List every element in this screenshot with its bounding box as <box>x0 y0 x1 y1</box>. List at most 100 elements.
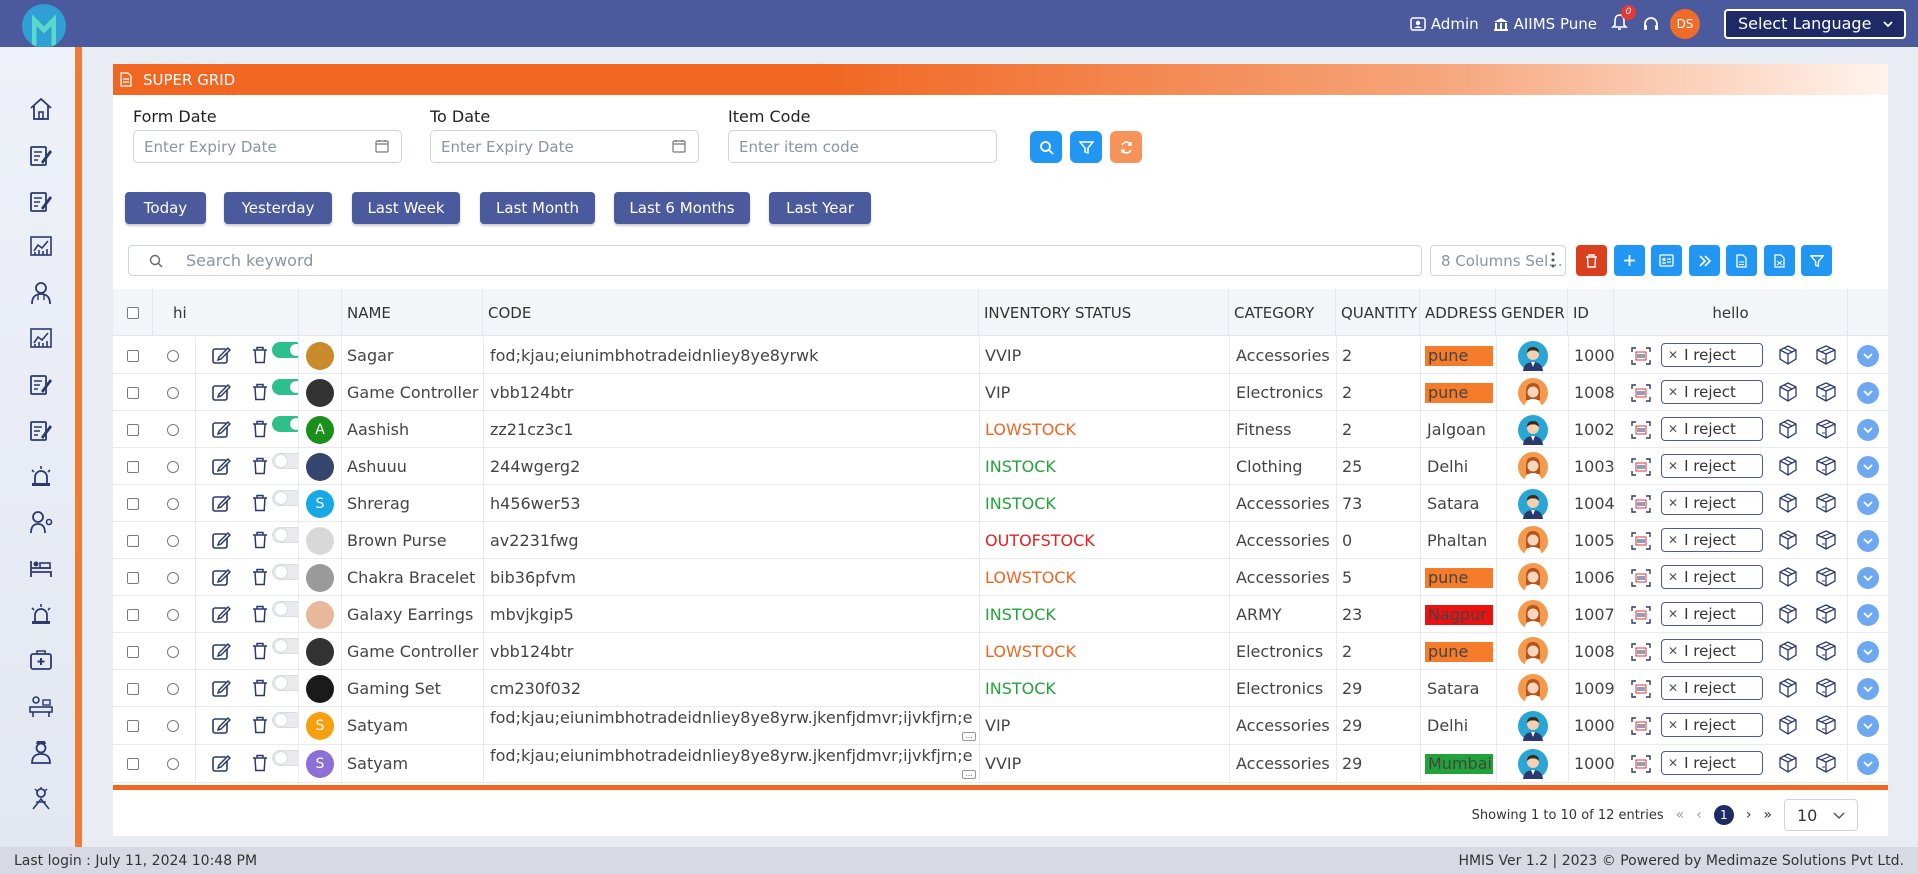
trash-icon[interactable] <box>252 494 268 512</box>
scanner-icon[interactable] <box>1631 532 1651 550</box>
table-row[interactable]: Game Controller vbb124btr VIP Electronics 2 p… <box>113 374 1888 411</box>
reject-chip[interactable]: ✕ I reject <box>1661 565 1763 589</box>
reject-chip[interactable]: ✕ I reject <box>1661 602 1763 626</box>
trash-icon[interactable] <box>252 568 268 586</box>
edit-icon[interactable] <box>211 753 232 773</box>
edit-icon[interactable] <box>211 678 232 698</box>
admin-user-menu[interactable]: Admin <box>1410 15 1479 33</box>
row-expand-button[interactable] <box>1857 677 1879 700</box>
package-icon[interactable] <box>1778 641 1798 661</box>
row-status-toggle[interactable] <box>272 453 298 469</box>
row-radio[interactable] <box>167 608 179 621</box>
hospital-selector[interactable]: AIIMS Pune <box>1493 15 1597 33</box>
close-icon[interactable]: ✕ <box>1668 496 1678 510</box>
row-radio[interactable] <box>167 682 179 695</box>
row-radio[interactable] <box>167 534 179 547</box>
close-icon[interactable]: ✕ <box>1668 681 1678 695</box>
next-page-icon[interactable]: › <box>1746 807 1752 823</box>
header-category[interactable]: CATEGORY <box>1229 289 1336 336</box>
current-page-button[interactable]: 1 <box>1713 805 1734 825</box>
emergency-siren-icon[interactable] <box>28 601 54 627</box>
reject-chip[interactable]: ✕ I reject <box>1661 417 1763 441</box>
trash-icon[interactable] <box>252 531 268 549</box>
package-icon[interactable] <box>1778 715 1798 735</box>
reject-chip[interactable]: ✕ I reject <box>1661 343 1763 367</box>
export-excel-button[interactable] <box>1764 245 1795 276</box>
virus-research-icon[interactable] <box>28 785 54 811</box>
reject-chip[interactable]: ✕ I reject <box>1661 491 1763 515</box>
row-expand-button[interactable] <box>1857 714 1879 737</box>
emergency-siren-icon[interactable] <box>28 463 54 489</box>
medical-kit-icon[interactable] <box>28 647 54 673</box>
row-checkbox[interactable] <box>127 608 139 621</box>
first-page-icon[interactable]: « <box>1676 807 1685 823</box>
row-status-toggle[interactable] <box>272 750 298 766</box>
range-last-year-button[interactable]: Last Year <box>769 192 871 224</box>
close-icon[interactable]: ✕ <box>1668 718 1678 732</box>
calendar-icon[interactable] <box>375 139 389 153</box>
delete-selected-button[interactable] <box>1576 245 1607 276</box>
reject-chip[interactable]: ✕ I reject <box>1661 380 1763 404</box>
table-row[interactable]: Galaxy Earrings mbvjkgip5 INSTOCK ARMY 23 Nag… <box>113 596 1888 633</box>
row-radio[interactable] <box>167 571 179 584</box>
range-last-6-months-button[interactable]: Last 6 Months <box>614 192 750 224</box>
package-icon[interactable] <box>1815 715 1837 735</box>
row-status-toggle[interactable] <box>272 490 298 506</box>
package-icon[interactable] <box>1815 419 1837 439</box>
edit-icon[interactable] <box>211 567 232 587</box>
item-code-input[interactable]: Enter item code <box>728 130 997 163</box>
edit-icon[interactable] <box>211 715 232 735</box>
reject-chip[interactable]: ✕ I reject <box>1661 713 1763 737</box>
trash-icon[interactable] <box>252 754 268 772</box>
close-icon[interactable]: ✕ <box>1668 644 1678 658</box>
edit-document-icon[interactable] <box>28 142 54 168</box>
package-icon[interactable] <box>1815 678 1837 698</box>
headset-support-icon[interactable] <box>1642 15 1660 33</box>
scanner-icon[interactable] <box>1631 458 1651 476</box>
scanner-icon[interactable] <box>1631 495 1651 513</box>
trash-icon[interactable] <box>252 605 268 623</box>
close-icon[interactable]: ✕ <box>1668 385 1678 399</box>
edit-icon[interactable] <box>211 641 232 661</box>
package-icon[interactable] <box>1778 345 1798 365</box>
row-radio[interactable] <box>167 349 179 362</box>
scanner-icon[interactable] <box>1631 347 1651 365</box>
edit-icon[interactable] <box>211 530 232 550</box>
scanner-icon[interactable] <box>1631 384 1651 402</box>
close-icon[interactable]: ✕ <box>1668 756 1678 770</box>
table-row[interactable]: Game Controller vbb124btr LOWSTOCK Electron… <box>113 633 1888 670</box>
header-id[interactable]: ID <box>1568 289 1614 336</box>
calendar-icon[interactable] <box>672 139 686 153</box>
trash-icon[interactable] <box>252 457 268 475</box>
row-checkbox[interactable] <box>127 571 139 584</box>
close-icon[interactable]: ✕ <box>1668 348 1678 362</box>
package-icon[interactable] <box>1815 530 1837 550</box>
close-icon[interactable]: ✕ <box>1668 607 1678 621</box>
edit-icon[interactable] <box>211 345 232 365</box>
add-row-button[interactable] <box>1614 245 1645 276</box>
table-row[interactable]: Gaming Set cm230f032 INSTOCK Electronics 29 S… <box>113 670 1888 707</box>
scanner-icon[interactable] <box>1631 717 1651 735</box>
row-radio[interactable] <box>167 423 179 436</box>
filter-button[interactable] <box>1070 131 1102 163</box>
scanner-icon[interactable] <box>1631 680 1651 698</box>
close-icon[interactable]: ✕ <box>1668 533 1678 547</box>
package-icon[interactable] <box>1815 456 1837 476</box>
scanner-icon[interactable] <box>1631 755 1651 773</box>
prev-page-icon[interactable]: ‹ <box>1696 807 1702 823</box>
range-yesterday-button[interactable]: Yesterday <box>224 192 332 224</box>
package-icon[interactable] <box>1778 419 1798 439</box>
package-icon[interactable] <box>1815 641 1837 661</box>
row-expand-button[interactable] <box>1857 603 1879 626</box>
page-size-select[interactable]: 10 <box>1784 799 1858 831</box>
table-row[interactable]: S Satyam fod;kjau;eiunimbhotradeidnliey8ye… <box>113 707 1888 745</box>
home-icon[interactable] <box>28 96 54 122</box>
reject-chip[interactable]: ✕ I reject <box>1661 751 1763 775</box>
nurse-icon[interactable] <box>28 739 54 765</box>
package-icon[interactable] <box>1778 382 1798 402</box>
row-checkbox[interactable] <box>127 757 139 770</box>
refresh-button[interactable] <box>1110 131 1142 163</box>
trash-icon[interactable] <box>252 346 268 364</box>
row-expand-button[interactable] <box>1857 344 1879 367</box>
header-hello[interactable]: hello <box>1614 289 1848 336</box>
